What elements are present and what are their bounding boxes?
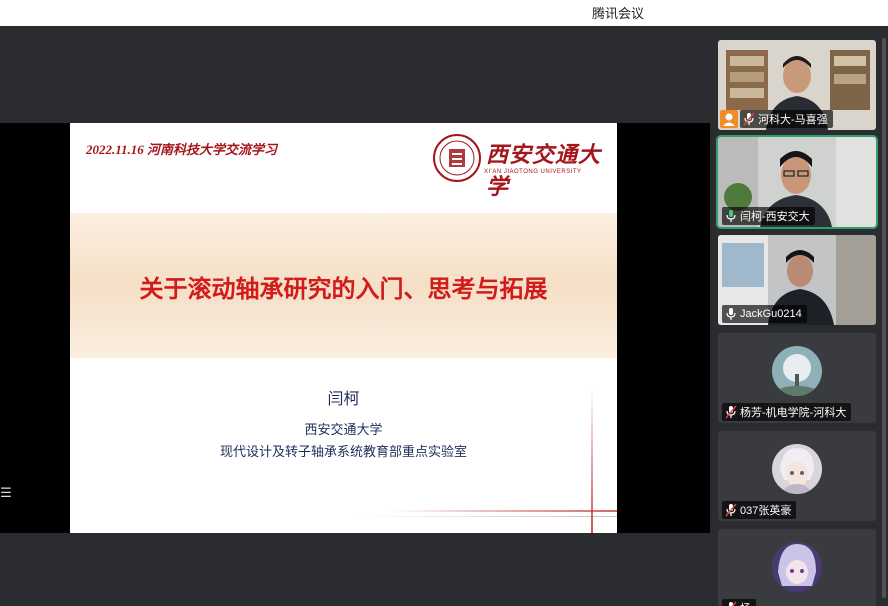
participant-name: 杨 — [740, 600, 751, 606]
host-icon — [720, 110, 738, 128]
slide-author: 闫柯 — [327, 391, 360, 408]
tree-avatar-icon — [772, 346, 822, 396]
participant-name: 河科大-马喜强 — [758, 114, 828, 126]
slide-affiliation-1: 西安交通大学 — [304, 422, 383, 437]
participant-scrollbar[interactable] — [882, 38, 886, 598]
bottom-band — [0, 533, 710, 606]
participant-name: 杨芳-机电学院-河科大 — [740, 407, 847, 419]
university-name-en: XI'AN JIAOTONG UNIVERSITY — [484, 169, 582, 175]
slide-date-header: 2022.11.16 河南科技大学交流学习 — [86, 142, 278, 157]
mic-muted-icon — [725, 503, 737, 517]
mic-muted-icon — [743, 112, 755, 126]
participant-name-bar: 闫柯-西安交大 — [722, 207, 815, 225]
mic-muted-icon — [725, 405, 737, 419]
presentation-slide: 2022.11.16 河南科技大学交流学习 西安交通大学 XI'AN JIAOT… — [70, 123, 617, 533]
participant-name: 闫柯-西安交大 — [740, 211, 810, 223]
mic-active-icon — [726, 210, 736, 222]
slide-title: 关于滚动轴承研究的入门、思考与拓展 — [139, 275, 548, 303]
participant-tile[interactable]: 037张英豪 — [718, 431, 876, 521]
university-seal-icon — [433, 134, 481, 182]
window-titlebar: 腾讯会议 — [0, 0, 888, 26]
participant-tile[interactable]: 河科大-马喜强 — [718, 40, 876, 130]
purple-avatar-icon — [772, 542, 822, 592]
participant-name-bar: JackGu0214 — [722, 305, 807, 323]
participant-tile[interactable]: 杨 — [718, 529, 876, 606]
participant-tile[interactable]: JackGu0214 — [718, 235, 876, 325]
participant-name-bar: 杨芳-机电学院-河科大 — [722, 403, 852, 421]
participant-name-bar: 037张英豪 — [722, 501, 797, 519]
slide-affiliation-2: 现代设计及转子轴承系统教育部重点实验室 — [219, 444, 467, 459]
top-band — [0, 26, 710, 121]
participant-tile-active-speaker[interactable]: 闫柯-西安交大 — [716, 135, 878, 229]
anime-avatar-icon — [772, 444, 822, 494]
participant-name-bar: 杨 — [722, 599, 756, 606]
decor-line-horizontal — [390, 510, 617, 512]
mic-icon — [726, 308, 736, 320]
window-title: 腾讯会议 — [592, 6, 645, 21]
participant-panel: 河科大-马喜强 闫柯-西安交大 JackGu0214 杨芳-机电学院-河科大 0… — [710, 26, 888, 606]
participant-tile[interactable]: 杨芳-机电学院-河科大 — [718, 333, 876, 423]
participant-name-bar: 河科大-马喜强 — [740, 110, 833, 128]
menu-icon[interactable]: ☰ — [0, 481, 12, 505]
decor-line-horizontal-2 — [350, 516, 617, 517]
participant-name: JackGu0214 — [740, 308, 802, 320]
mic-muted-icon — [729, 601, 737, 606]
participant-name: 037张英豪 — [740, 505, 792, 517]
